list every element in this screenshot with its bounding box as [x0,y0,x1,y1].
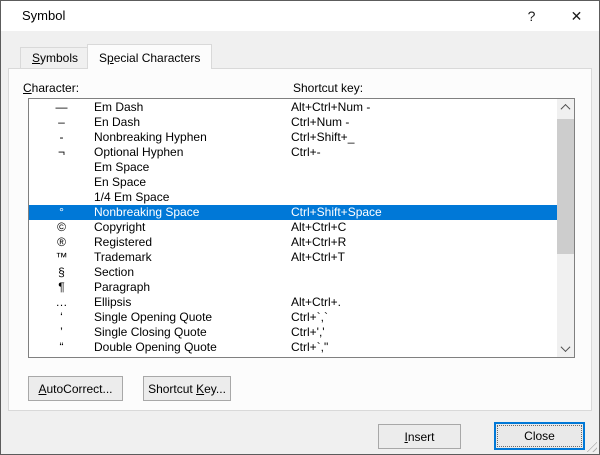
list-item-name: Section [94,265,291,280]
list-item-shortcut [291,280,557,295]
list-item-symbol [29,160,94,175]
special-characters-list[interactable]: — Em Dash Alt+Ctrl+Num - – En Dash Ctrl+… [28,98,575,358]
list-item-shortcut: Alt+Ctrl+C [291,220,557,235]
scrollbar[interactable] [557,99,574,357]
scroll-up-button[interactable] [557,99,574,116]
list-item-name: Nonbreaking Hyphen [94,130,291,145]
shortcut-key-button[interactable]: Shortcut Key... [143,376,231,401]
symbol-dialog: Symbol ? ✕ Symbols Special Characters Ch… [0,0,600,455]
list-item-shortcut [291,265,557,280]
list-item-shortcut: Alt+Ctrl+T [291,250,557,265]
list-item-shortcut: Ctrl+- [291,145,557,160]
list-item-symbol: © [29,220,94,235]
list-item-shortcut: Ctrl+Shift+_ [291,130,557,145]
chevron-up-icon [561,104,571,114]
list-item-symbol: – [29,115,94,130]
list-item-symbol: - [29,130,94,145]
window-close-button[interactable]: ✕ [554,1,599,31]
list-item-name: En Space [94,175,291,190]
list-item-name: Paragraph [94,280,291,295]
character-column-label: Character: [23,81,79,95]
list-item[interactable]: - Nonbreaking Hyphen Ctrl+Shift+_ [29,130,557,145]
list-item-symbol: ¶ [29,280,94,295]
list-item-symbol: … [29,295,94,310]
list-item[interactable]: “ Double Opening Quote Ctrl+`," [29,340,557,355]
list-item-symbol [29,190,94,205]
list-item-name: Em Space [94,160,291,175]
list-item-name: Registered [94,235,291,250]
list-item[interactable]: § Section [29,265,557,280]
close-button[interactable]: Close [494,422,585,450]
list-item[interactable]: … Ellipsis Alt+Ctrl+. [29,295,557,310]
close-icon: ✕ [571,8,583,25]
list-item-shortcut: Alt+Ctrl+R [291,235,557,250]
list-item-symbol: ’ [29,325,94,340]
titlebar-buttons: ? ✕ [509,1,599,31]
titlebar[interactable]: Symbol ? ✕ [1,1,599,31]
list-item-shortcut: Ctrl+',' [291,325,557,340]
list-item-name: 1/4 Em Space [94,190,291,205]
list-item-name: En Dash [94,115,291,130]
list-item-shortcut: Ctrl+Shift+Space [291,205,557,220]
list-item[interactable]: ™ Trademark Alt+Ctrl+T [29,250,557,265]
list-item-name: Double Opening Quote [94,340,291,355]
list-item-symbol: — [29,100,94,115]
list-item-symbol: ® [29,235,94,250]
list-item[interactable]: Em Space [29,160,557,175]
dialog-title: Symbol [22,8,65,23]
scrollbar-track[interactable] [557,116,574,340]
scroll-down-button[interactable] [557,340,574,357]
help-button[interactable]: ? [509,1,554,31]
list-item-name: Ellipsis [94,295,291,310]
scrollbar-thumb[interactable] [557,119,574,254]
list-item[interactable]: — Em Dash Alt+Ctrl+Num - [29,100,557,115]
list-item-name: Copyright [94,220,291,235]
list-item-name: Single Opening Quote [94,310,291,325]
list-item[interactable]: ° Nonbreaking Space Ctrl+Shift+Space [29,205,557,220]
list-item-symbol: ° [29,205,94,220]
resize-grip[interactable] [584,439,597,452]
shortcut-key-column-label: Shortcut key: [293,81,363,95]
list-item-symbol [29,175,94,190]
list-item-symbol: “ [29,340,94,355]
list-item-shortcut: Alt+Ctrl+. [291,295,557,310]
list-item-shortcut [291,175,557,190]
list-item-shortcut: Ctrl+`,` [291,310,557,325]
list-item-name: Trademark [94,250,291,265]
list-item[interactable]: © Copyright Alt+Ctrl+C [29,220,557,235]
insert-button[interactable]: Insert [378,424,461,449]
special-characters-list-rows: — Em Dash Alt+Ctrl+Num - – En Dash Ctrl+… [29,100,557,355]
special-characters-page: Character: Shortcut key: — Em Dash Alt+C… [8,68,592,411]
list-item-shortcut [291,190,557,205]
list-item-symbol: ™ [29,250,94,265]
list-item[interactable]: En Space [29,175,557,190]
autocorrect-button[interactable]: AutoCorrect... [28,376,123,401]
list-item-symbol: ‘ [29,310,94,325]
list-item-shortcut: Ctrl+Num - [291,115,557,130]
list-item-shortcut: Alt+Ctrl+Num - [291,100,557,115]
list-item-name: Nonbreaking Space [94,205,291,220]
list-item[interactable]: ¬ Optional Hyphen Ctrl+- [29,145,557,160]
list-item[interactable]: ’ Single Closing Quote Ctrl+',' [29,325,557,340]
list-item-name: Em Dash [94,100,291,115]
tab-symbols[interactable]: Symbols [20,47,90,69]
list-item-symbol: § [29,265,94,280]
chevron-down-icon [561,342,571,352]
list-item-name: Optional Hyphen [94,145,291,160]
help-icon: ? [528,8,536,24]
list-item[interactable]: ¶ Paragraph [29,280,557,295]
list-item[interactable]: – En Dash Ctrl+Num - [29,115,557,130]
list-item[interactable]: ® Registered Alt+Ctrl+R [29,235,557,250]
list-item-name: Single Closing Quote [94,325,291,340]
list-item[interactable]: ‘ Single Opening Quote Ctrl+`,` [29,310,557,325]
tab-special-characters[interactable]: Special Characters [87,44,212,69]
list-item-shortcut [291,160,557,175]
list-item[interactable]: 1/4 Em Space [29,190,557,205]
list-item-shortcut: Ctrl+`," [291,340,557,355]
list-item-symbol: ¬ [29,145,94,160]
